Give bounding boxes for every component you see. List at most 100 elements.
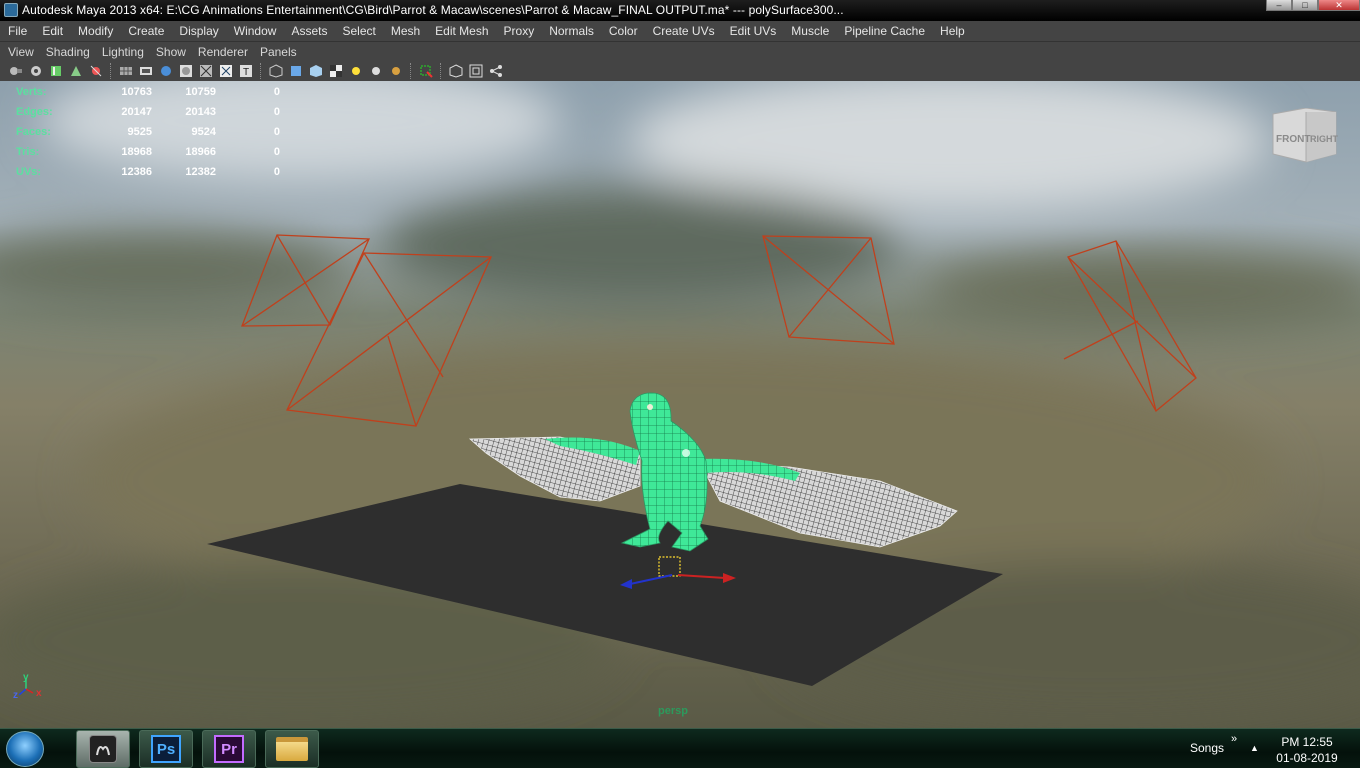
panel-menu-lighting[interactable]: Lighting [96,45,150,59]
menu-pipeline-cache[interactable]: Pipeline Cache [836,24,932,38]
hud-selected: 10759 [185,86,216,98]
panel-menu-view[interactable]: View [2,45,40,59]
hud-label: Verts: [16,86,47,98]
menu-edit-mesh[interactable]: Edit Mesh [427,24,495,38]
menu-edit[interactable]: Edit [34,24,70,38]
hud-selected: 18966 [185,146,216,158]
axis-x-label: x [36,688,42,699]
wireframe-shading-icon[interactable] [158,63,174,79]
hud-third: 0 [273,146,280,158]
smooth-cube-icon[interactable] [288,63,304,79]
texture-icon[interactable]: T [238,63,254,79]
checker-icon[interactable] [328,63,344,79]
hud-third: 0 [273,86,280,98]
panel-menu-renderer[interactable]: Renderer [192,45,254,59]
hud-selected: 9524 [191,126,216,138]
film-gate-icon[interactable] [138,63,154,79]
select-camera-icon[interactable] [8,63,24,79]
tray-chevron-icon[interactable]: » [1231,733,1237,745]
share-icon[interactable] [488,63,504,79]
menu-help[interactable]: Help [932,24,972,38]
isolate-select-icon[interactable] [418,63,434,79]
menu-file[interactable]: File [0,24,34,38]
toolbar-separator [260,63,262,79]
taskbar-premiere[interactable]: Pr [202,730,256,768]
xray-icon[interactable] [218,63,234,79]
start-button[interactable] [6,731,44,767]
menu-proxy[interactable]: Proxy [496,24,542,38]
shadows-icon[interactable] [388,63,404,79]
layout-icon[interactable] [468,63,484,79]
hud-row-uvs: UVs: 12386 12382 0 [16,162,280,182]
perspective-viewport[interactable]: Verts: 10763 10759 0 Edges: 20147 20143 … [0,81,1360,728]
menu-muscle[interactable]: Muscle [783,24,836,38]
window-controls: ‒ □ ✕ [1266,0,1360,12]
shaded-cube-icon[interactable] [268,63,284,79]
viewcube-front-label[interactable]: FRONT [1276,134,1310,145]
maya-app-icon[interactable] [4,3,18,17]
hud-selected: 20143 [185,106,216,118]
toolbar-separator [110,63,112,79]
toolbar-separator [410,63,412,79]
close-button[interactable]: ✕ [1318,0,1360,11]
bounding-box-icon[interactable] [448,63,464,79]
maya-window: Autodesk Maya 2013 x64: E:\CG Animations… [0,0,1360,768]
camera-tools-icon[interactable] [88,63,104,79]
panel-menu-bar: View Shading Lighting Show Renderer Pane… [0,42,1360,61]
hud-label: Edges: [16,106,53,118]
camera-name-label: persp [658,705,688,717]
panel-menu-panels[interactable]: Panels [254,45,303,59]
camera-attributes-icon[interactable] [28,63,44,79]
hud-row-verts: Verts: 10763 10759 0 [16,82,280,102]
hud-selected: 12382 [185,166,216,178]
axis-y-label: y [23,672,29,683]
taskbar-explorer[interactable] [265,730,319,768]
menu-edit-uvs[interactable]: Edit UVs [722,24,784,38]
menu-modify[interactable]: Modify [70,24,120,38]
taskbar-apps: Ps Pr [76,730,328,768]
bookmarks-icon[interactable] [48,63,64,79]
taskbar-photoshop[interactable]: Ps [139,730,193,768]
hud-third: 0 [273,126,280,138]
taskbar-maya[interactable] [76,730,130,768]
wireframe-on-shaded-icon[interactable] [198,63,214,79]
minimize-button[interactable]: ‒ [1266,0,1292,11]
menu-window[interactable]: Window [226,24,284,38]
all-lights-icon[interactable] [368,63,384,79]
hud-third: 0 [273,166,280,178]
hud-row-faces: Faces: 9525 9524 0 [16,122,280,142]
panel-menu-shading[interactable]: Shading [40,45,96,59]
axis-z-label: z [13,690,18,701]
panel-toolbar: T [0,61,1360,81]
maximize-button[interactable]: □ [1292,0,1318,11]
viewcube-right-label[interactable]: RIGHT [1310,134,1339,144]
smooth-shading-icon[interactable] [178,63,194,79]
menu-normals[interactable]: Normals [541,24,601,38]
photoshop-icon: Ps [151,735,181,763]
grid-icon[interactable] [118,63,134,79]
view-cube[interactable]: FRONT RIGHT [1270,108,1340,166]
hud-total: 20147 [121,106,152,118]
clock-date: 01-08-2019 [1276,751,1338,765]
default-light-icon[interactable] [348,63,364,79]
hud-row-tris: Tris: 18968 18966 0 [16,142,280,162]
panel-menu-show[interactable]: Show [150,45,192,59]
poly-count-hud: Verts: 10763 10759 0 Edges: 20147 20143 … [16,82,280,182]
menu-select[interactable]: Select [334,24,382,38]
premiere-icon: Pr [214,735,244,763]
image-plane-icon[interactable] [68,63,84,79]
menu-assets[interactable]: Assets [283,24,334,38]
menu-create-uvs[interactable]: Create UVs [645,24,722,38]
menu-create[interactable]: Create [120,24,171,38]
menu-color[interactable]: Color [601,24,645,38]
menu-mesh[interactable]: Mesh [383,24,427,38]
maya-icon [89,735,117,763]
tray-toolbar-label[interactable]: Songs [1190,741,1224,755]
menu-display[interactable]: Display [171,24,225,38]
hud-row-edges: Edges: 20147 20143 0 [16,102,280,122]
textured-cube-icon[interactable] [308,63,324,79]
system-clock[interactable]: PM 12:55 01-08-2019 [1272,734,1342,766]
clock-time: PM 12:55 [1281,735,1333,749]
hud-label: UVs: [16,166,42,178]
show-hidden-icons-button[interactable]: ▲ [1250,743,1259,753]
